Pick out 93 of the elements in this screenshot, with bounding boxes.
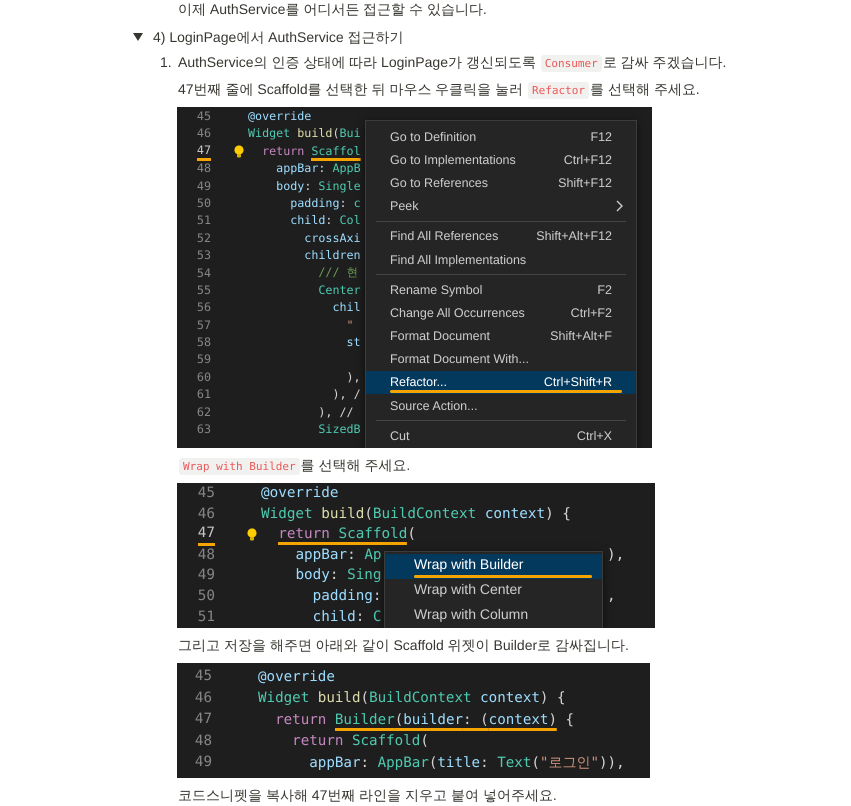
menu-item[interactable]: Refactor... Ctrl+Shift+R <box>366 370 636 394</box>
menu-item[interactable]: Wrap with Builder <box>385 554 602 579</box>
paragraph-text: 로 감싸 주겠습니다. <box>602 54 726 70</box>
line-number: 51 <box>196 212 212 230</box>
line-number: 49 <box>194 753 213 772</box>
code-line: chil <box>331 301 361 315</box>
code-line: @override <box>258 668 335 685</box>
line-number: 62 <box>196 404 212 421</box>
line-number: 52 <box>196 230 212 247</box>
code-text: , <box>607 588 616 604</box>
list-number: 1. <box>160 53 173 72</box>
line-number: 47 <box>194 710 213 729</box>
menu-item[interactable]: Change All Occurrences Ctrl+F2 <box>366 301 636 324</box>
line-number: 55 <box>196 282 212 299</box>
lightbulb-icon[interactable] <box>234 144 244 158</box>
menu-item[interactable]: Rename Symbol F2 <box>366 278 636 302</box>
paragraph-text: 코드스니펫을 복사해 47번째 라인을 지우고 붙여 넣어주세요. <box>178 787 557 803</box>
line-number: 47 <box>177 523 221 546</box>
code-line: child: C <box>312 608 382 626</box>
code-line: SizedB <box>317 423 361 436</box>
code-line: body: Sing <box>294 567 382 584</box>
line-number: 63 <box>196 421 212 438</box>
code-text: ), <box>607 547 624 564</box>
line-number: 59 <box>196 351 212 368</box>
toggle-title: 4) LoginPage에서 AuthService 접근하기 <box>153 28 404 47</box>
paragraph-text: 47번째 줄에 Scaffold를 선택한 뒤 마우스 우클릭을 눌러 <box>178 81 524 97</box>
menu-item[interactable]: Source Action... <box>366 394 636 418</box>
code-line: appBar: AppB <box>275 162 361 176</box>
menu-item[interactable]: Go to Implementations Ctrl+F12 <box>366 148 636 172</box>
menu-item[interactable]: Find All Implementations <box>366 248 636 272</box>
code-line: Center <box>317 284 361 298</box>
code-line: ), / <box>331 388 361 402</box>
menu-item[interactable]: Cut Ctrl+X <box>366 424 636 448</box>
menu-item[interactable]: Peek <box>366 194 636 218</box>
line-number: 60 <box>196 368 212 386</box>
line-number: 48 <box>196 160 212 178</box>
code-line: padding: <box>312 588 382 604</box>
code-line: ), // <box>317 406 354 420</box>
menu-item[interactable]: Format Document With... <box>366 348 636 371</box>
line-number: 48 <box>196 546 216 565</box>
inline-code: Refactor <box>528 82 590 99</box>
code-line: Widget build(Bui <box>248 127 361 141</box>
line-number: 51 <box>196 608 216 627</box>
menu-item[interactable]: Go to Definition F12 <box>366 125 636 148</box>
code-line: padding: c <box>289 196 361 210</box>
menu-item[interactable]: Find All References Shift+Alt+F12 <box>366 224 636 248</box>
line-number: 50 <box>196 194 212 212</box>
code-line: body: Single <box>275 180 361 193</box>
code-line: st <box>346 336 361 350</box>
line-number: 54 <box>196 264 212 282</box>
paragraph-text: 를 선택해 주세요. <box>590 81 700 97</box>
code-line: return Scaffold( <box>291 733 429 750</box>
line-number: 46 <box>196 504 216 524</box>
menu-item[interactable]: Go to References Shift+F12 <box>366 171 636 195</box>
line-number: 48 <box>194 732 213 750</box>
line-number: 57 <box>196 316 212 334</box>
inline-code: Wrap with Builder <box>179 458 300 475</box>
code-line: " <box>346 318 354 332</box>
code-line: children <box>303 249 361 263</box>
code-line: /// 현 <box>317 266 359 280</box>
line-number: 56 <box>196 299 212 316</box>
line-number: 49 <box>196 566 216 586</box>
line-number: 45 <box>194 667 213 686</box>
code-line: appBar: AppBar(title: Text("로그인")), <box>308 754 625 771</box>
code-line: appBar: Ap <box>294 546 382 564</box>
line-number: 46 <box>194 688 213 708</box>
inline-code: Consumer <box>540 55 602 72</box>
code-line: return Builder(builder: (context) { <box>258 712 574 728</box>
code-line: ), <box>346 370 361 384</box>
line-number: 46 <box>196 125 212 142</box>
paragraph-text: 를 선택해 주세요. <box>300 457 410 473</box>
menu-item[interactable]: Format Document Shift+Alt+F <box>366 324 636 348</box>
code-line: child: Col <box>289 214 361 228</box>
code-line: @override <box>261 485 338 502</box>
code-line: crossAxi <box>303 232 361 246</box>
menu-item[interactable]: Wrap with Column <box>385 604 602 628</box>
code-line: @override <box>248 110 312 124</box>
lightbulb-icon[interactable] <box>247 528 257 541</box>
line-number: 49 <box>196 178 212 195</box>
code-line: Widget build(BuildContext context) { <box>258 690 566 706</box>
line-number: 45 <box>196 484 216 503</box>
paragraph-text: 이제 AuthService를 어디서든 접근할 수 있습니다. <box>178 1 487 17</box>
line-number: 50 <box>196 586 216 606</box>
line-number: 53 <box>196 247 212 264</box>
paragraph-text: AuthService의 인증 상태에 따라 LoginPage가 갱신되도록 <box>178 54 537 70</box>
line-number: 61 <box>196 386 212 404</box>
line-number: 47 <box>177 142 217 161</box>
line-number: 45 <box>196 108 212 125</box>
toggle-triangle-icon[interactable] <box>133 32 143 42</box>
paragraph-text: 그리고 저장을 해주면 아래와 같이 Scaffold 위젯이 Builder로 감싸집니다. <box>178 637 629 653</box>
menu-item[interactable]: Wrap with Center <box>385 579 602 604</box>
code-line: Widget build(BuildContext context) { <box>261 506 571 522</box>
line-number: 58 <box>196 334 212 352</box>
